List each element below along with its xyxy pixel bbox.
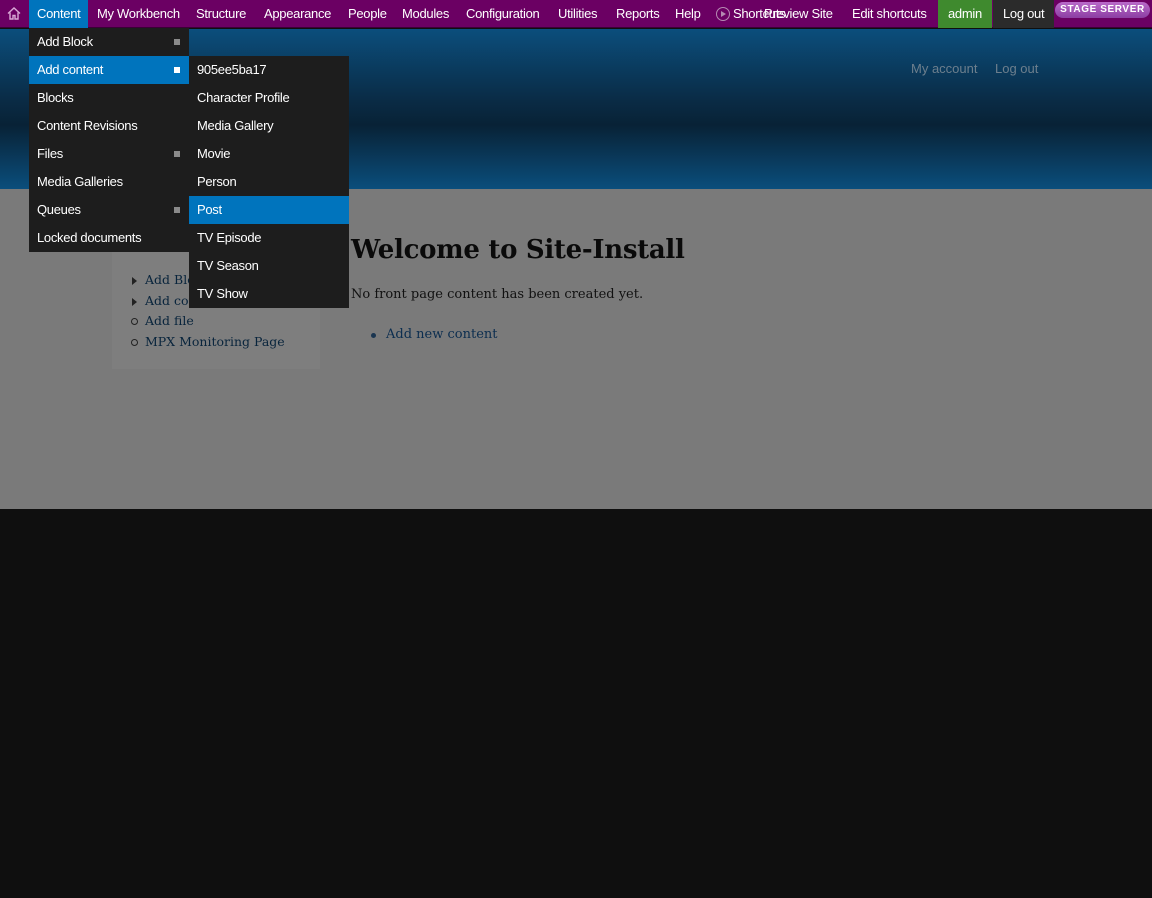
- menu-item-label: Add content: [37, 62, 104, 77]
- menu-item-add-block[interactable]: Add Block: [29, 28, 189, 56]
- toolbar-help[interactable]: Help: [667, 0, 709, 28]
- submenu-item-person[interactable]: Person: [189, 168, 349, 196]
- bullet-icon: [131, 339, 138, 346]
- menu-item-label: Media Galleries: [37, 174, 123, 189]
- submenu-item-character-profile[interactable]: Character Profile: [189, 84, 349, 112]
- add-content-submenu: 905ee5ba17 Character Profile Media Galle…: [189, 56, 349, 308]
- toolbar-structure[interactable]: Structure: [188, 0, 254, 28]
- my-account-link[interactable]: My account: [911, 61, 977, 76]
- toolbar-content[interactable]: Content: [29, 0, 89, 28]
- menu-item-label: Blocks: [37, 90, 74, 105]
- admin-toolbar: Content My Workbench Structure Appearanc…: [0, 0, 1152, 28]
- toolbar-edit-shortcuts[interactable]: Edit shortcuts: [844, 0, 935, 28]
- shortcuts-toggle-icon: [716, 7, 730, 21]
- bullet-icon: [131, 318, 138, 325]
- submenu-item-post[interactable]: Post: [189, 196, 349, 224]
- submenu-item-905ee5ba17[interactable]: 905ee5ba17: [189, 56, 349, 84]
- bullet-icon: [371, 333, 376, 338]
- submenu-indicator-icon: [174, 67, 180, 73]
- menu-item-files[interactable]: Files: [29, 140, 189, 168]
- toolbar-reports[interactable]: Reports: [608, 0, 667, 28]
- submenu-indicator-icon: [174, 151, 180, 157]
- submenu-item-tv-episode[interactable]: TV Episode: [189, 224, 349, 252]
- home-button[interactable]: [0, 0, 29, 28]
- menu-item-content-revisions[interactable]: Content Revisions: [29, 112, 189, 140]
- menu-item-label: Content Revisions: [37, 118, 138, 133]
- toolbar-admin-user[interactable]: admin: [938, 0, 992, 28]
- content-dropdown-menu: Add Block Add content Blocks Content Rev…: [29, 28, 189, 252]
- toolbar-preview-site[interactable]: Preview Site: [756, 0, 841, 28]
- toolbar-logout[interactable]: Log out: [993, 0, 1055, 28]
- menu-item-label: Add Block: [37, 34, 93, 49]
- menu-item-locked-documents[interactable]: Locked documents: [29, 224, 189, 252]
- menu-item-label: Locked documents: [37, 230, 142, 245]
- menu-item-blocks[interactable]: Blocks: [29, 84, 189, 112]
- toolbar-people[interactable]: People: [340, 0, 395, 28]
- submenu-item-movie[interactable]: Movie: [189, 140, 349, 168]
- toolbar-modules[interactable]: Modules: [394, 0, 457, 28]
- home-icon: [7, 7, 21, 20]
- menu-item-label: Queues: [37, 202, 81, 217]
- menu-item-add-content[interactable]: Add content: [29, 56, 189, 84]
- toolbar-my-workbench[interactable]: My Workbench: [89, 0, 188, 28]
- submenu-item-tv-show[interactable]: TV Show: [189, 280, 349, 308]
- add-new-content-link[interactable]: Add new content: [386, 327, 497, 342]
- stage-server-badge: STAGE SERVER: [1055, 2, 1150, 18]
- page: My account Log out Add Block Add content…: [0, 0, 1152, 898]
- sidebar-link-mpx-monitoring[interactable]: MPX Monitoring Page: [145, 334, 285, 349]
- sidebar-link-add-file[interactable]: Add file: [145, 313, 194, 328]
- toolbar-utilities[interactable]: Utilities: [550, 0, 605, 28]
- submenu-indicator-icon: [174, 207, 180, 213]
- menu-item-media-galleries[interactable]: Media Galleries: [29, 168, 189, 196]
- toolbar-configuration[interactable]: Configuration: [458, 0, 547, 28]
- expand-arrow-icon: [132, 277, 137, 285]
- submenu-item-media-gallery[interactable]: Media Gallery: [189, 112, 349, 140]
- menu-item-label: Files: [37, 146, 63, 161]
- empty-message: No front page content has been created y…: [351, 287, 644, 302]
- submenu-item-tv-season[interactable]: TV Season: [189, 252, 349, 280]
- header-logout-link[interactable]: Log out: [995, 61, 1038, 76]
- menu-item-queues[interactable]: Queues: [29, 196, 189, 224]
- page-title: Welcome to Site-Install: [351, 235, 685, 265]
- submenu-indicator-icon: [174, 39, 180, 45]
- expand-arrow-icon: [132, 298, 137, 306]
- toolbar-appearance[interactable]: Appearance: [256, 0, 339, 28]
